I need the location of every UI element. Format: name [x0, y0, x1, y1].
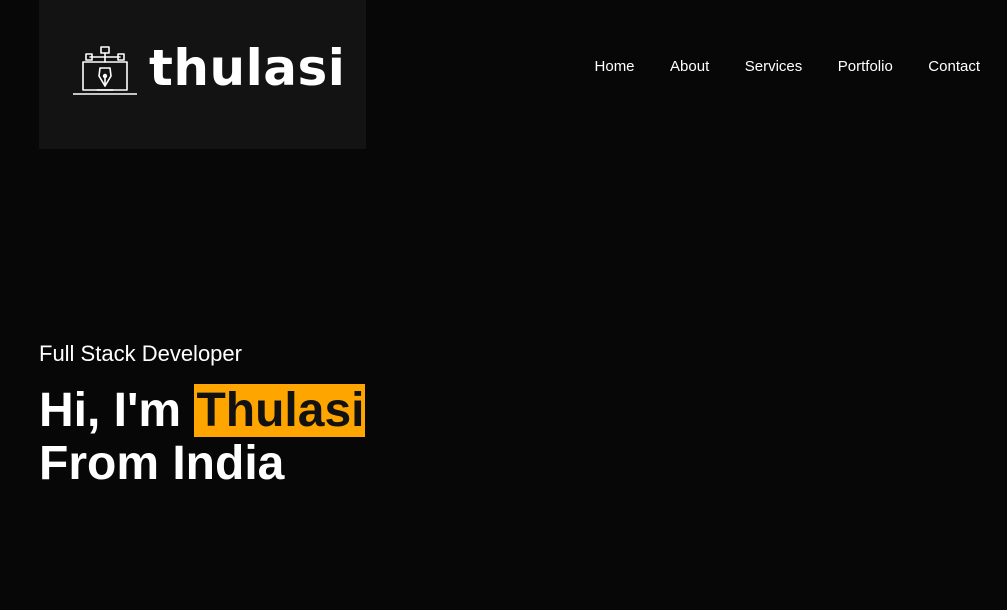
nav-item-contact[interactable]: Contact: [928, 58, 980, 76]
logo-text[interactable]: thulasi: [149, 38, 345, 98]
nav-item-services[interactable]: Services: [745, 58, 803, 76]
main-nav: Home About Services Portfolio Contact: [595, 58, 980, 76]
nav-item-about[interactable]: About: [670, 58, 709, 76]
hero-name-highlight: Thulasi: [194, 384, 366, 437]
hero-greeting: Hi, I'm: [39, 384, 182, 437]
hero-subtitle: Full Stack Developer: [39, 341, 242, 366]
hero-origin: From India: [39, 437, 285, 490]
hero-title: Hi, I'm Thulasi From India: [39, 384, 366, 490]
nav-item-portfolio[interactable]: Portfolio: [838, 58, 893, 76]
pen-tool-laptop-icon[interactable]: [73, 46, 137, 98]
nav-item-home[interactable]: Home: [595, 58, 635, 76]
